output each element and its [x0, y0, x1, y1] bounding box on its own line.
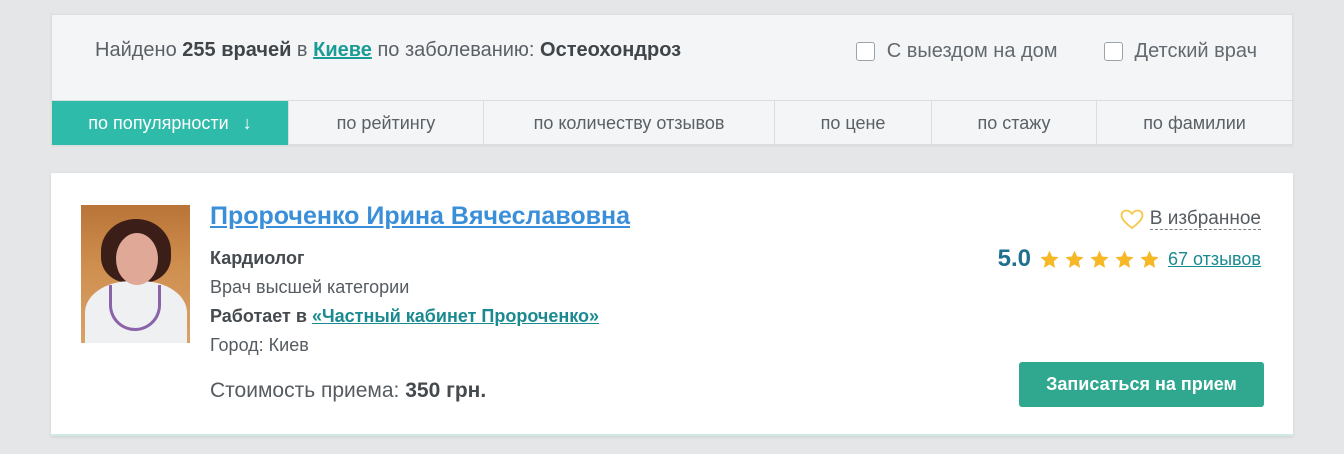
- results-summary: Найдено 255 врачей в Киеве по заболевани…: [95, 39, 681, 62]
- in-word: в: [296, 39, 308, 61]
- photo-face: [116, 233, 158, 285]
- clinic-link[interactable]: «Частный кабинет Пророченко»: [312, 306, 599, 326]
- doctor-specialty: Кардиолог: [210, 248, 305, 268]
- sort-tab-label: по цене: [820, 112, 886, 133]
- sort-tab-experience[interactable]: по стажу: [932, 101, 1097, 145]
- works-prefix: Работает в: [210, 306, 307, 326]
- sort-tab-reviews[interactable]: по количеству отзывов: [484, 101, 775, 145]
- star-icon: [1140, 250, 1159, 268]
- sort-tab-rating[interactable]: по рейтингу: [289, 101, 484, 145]
- checkbox-box[interactable]: [1103, 42, 1123, 61]
- sort-tab-label: по рейтингу: [336, 112, 436, 133]
- found-prefix: Найдено: [95, 39, 177, 61]
- doctor-workplace: Работает в «Частный кабинет Пророченко»: [210, 306, 599, 327]
- star-icon: [1115, 250, 1134, 268]
- arrow-down-icon: ↓: [242, 112, 252, 133]
- doctor-category: Врач высшей категории: [210, 277, 410, 297]
- sort-tab-label: по количеству отзывов: [533, 112, 725, 133]
- sort-tab-label: по стажу: [977, 112, 1051, 133]
- disease-name: Остеохондроз: [540, 39, 682, 61]
- filter-header: Найдено 255 врачей в Киеве по заболевани…: [52, 15, 1292, 100]
- rating-stars: [1039, 249, 1160, 270]
- home-visit-checkbox[interactable]: С выездом на дом: [855, 40, 1058, 63]
- doctor-rating: 5.0 67 отзывов: [998, 245, 1261, 273]
- checkbox-box[interactable]: [855, 42, 875, 61]
- doctor-city: Город: Киев: [210, 335, 309, 355]
- child-doctor-checkbox[interactable]: Детский врач: [1103, 40, 1257, 63]
- doctor-name-link[interactable]: Пророченко Ирина Вячеславовна: [210, 202, 630, 231]
- disease-prefix: по заболеванию:: [377, 39, 535, 61]
- book-appointment-button[interactable]: Записаться на прием: [1019, 362, 1264, 407]
- star-icon: [1065, 250, 1084, 268]
- doctor-price: Стоимость приема: 350 грн.: [210, 379, 486, 403]
- star-icon: [1040, 250, 1059, 268]
- reviews-link[interactable]: 67 отзывов: [1168, 249, 1261, 270]
- results-count: 255 врачей: [182, 39, 292, 61]
- sort-bar: по популярности ↓ по рейтингу по количес…: [52, 100, 1292, 145]
- child-doctor-label: Детский врач: [1134, 40, 1257, 62]
- favorites-label: В избранное: [1149, 208, 1261, 230]
- sort-tab-label: по фамилии: [1143, 112, 1246, 133]
- sort-tab-popularity[interactable]: по популярности ↓: [52, 101, 289, 145]
- star-icon: [1090, 250, 1109, 268]
- sort-tab-surname[interactable]: по фамилии: [1097, 101, 1292, 145]
- sort-tab-label: по популярности: [88, 112, 229, 133]
- filter-checkboxes: С выездом на дом Детский врач: [855, 40, 1257, 63]
- price-prefix: Стоимость приема:: [210, 379, 400, 402]
- sort-tab-price[interactable]: по цене: [775, 101, 932, 145]
- rating-score: 5.0: [997, 245, 1031, 272]
- city-link[interactable]: Киеве: [313, 39, 372, 61]
- doctor-photo[interactable]: [81, 205, 190, 343]
- add-to-favorites[interactable]: В избранное: [1120, 208, 1261, 230]
- filter-panel: Найдено 255 врачей в Киеве по заболевани…: [51, 14, 1293, 145]
- home-visit-label: С выездом на дом: [886, 40, 1058, 62]
- doctor-card: Пророченко Ирина Вячеславовна Кардиолог …: [51, 173, 1293, 436]
- price-value: 350 грн.: [405, 379, 487, 402]
- heart-icon: [1120, 209, 1144, 229]
